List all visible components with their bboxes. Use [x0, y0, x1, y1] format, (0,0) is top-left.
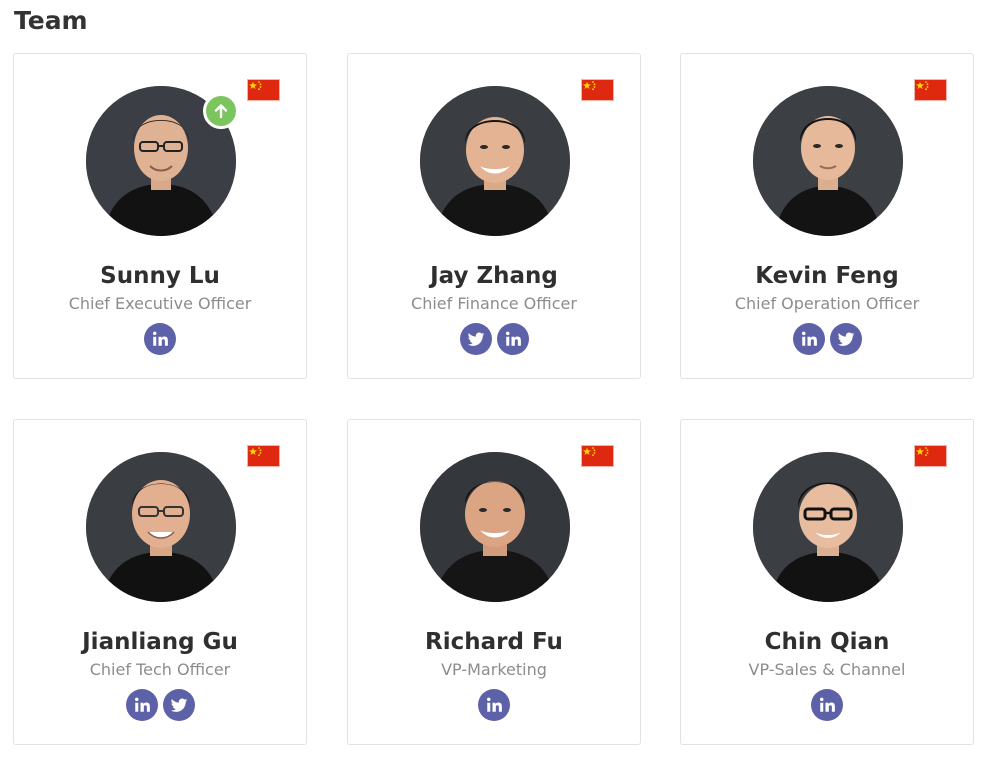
- social-links: [14, 689, 306, 721]
- china-flag-icon: [581, 79, 614, 101]
- twitter-button[interactable]: [459, 323, 492, 355]
- twitter-icon: [837, 332, 854, 346]
- member-role: Chief Executive Officer: [68, 294, 252, 313]
- linkedin-button[interactable]: [478, 689, 510, 721]
- linkedin-button[interactable]: [125, 689, 158, 721]
- twitter-icon: [467, 332, 484, 346]
- social-links: [14, 323, 306, 355]
- linkedin-button[interactable]: [144, 323, 176, 355]
- member-role: Chief Operation Officer: [734, 294, 920, 313]
- linkedin-icon: [820, 697, 835, 712]
- team-card-chin-qian: Chin Qian VP-Sales & Channel: [680, 419, 974, 745]
- linkedin-button[interactable]: [811, 689, 843, 721]
- arrow-up-icon[interactable]: [203, 93, 239, 129]
- member-role: Chief Tech Officer: [89, 660, 231, 679]
- member-name: Jianliang Gu: [82, 629, 238, 655]
- member-name: Sunny Lu: [100, 263, 220, 289]
- team-card-jianliang-gu: Jianliang Gu Chief Tech Officer: [13, 419, 307, 745]
- linkedin-icon: [801, 331, 817, 346]
- team-card-kevin-feng: Kevin Feng Chief Operation Officer: [680, 53, 974, 379]
- china-flag-icon: [914, 445, 947, 467]
- china-flag-icon: [247, 79, 280, 101]
- social-links: [681, 323, 973, 355]
- linkedin-icon: [153, 331, 168, 346]
- avatar: [86, 452, 236, 602]
- linkedin-icon: [487, 697, 502, 712]
- member-role: Chief Finance Officer: [411, 294, 577, 313]
- member-name: Richard Fu: [425, 629, 563, 655]
- member-role: VP-Sales & Channel: [748, 660, 906, 679]
- linkedin-button[interactable]: [792, 323, 825, 355]
- china-flag-icon: [914, 79, 947, 101]
- linkedin-icon: [505, 331, 521, 346]
- member-role: VP-Marketing: [441, 660, 547, 679]
- twitter-button[interactable]: [829, 323, 862, 355]
- member-name: Chin Qian: [764, 629, 890, 655]
- linkedin-button[interactable]: [496, 323, 529, 355]
- china-flag-icon: [581, 445, 614, 467]
- social-links: [348, 689, 640, 721]
- avatar: [420, 452, 570, 602]
- team-card-jay-zhang: Jay Zhang Chief Finance Officer: [347, 53, 641, 379]
- twitter-icon: [170, 698, 187, 712]
- team-card-richard-fu: Richard Fu VP-Marketing: [347, 419, 641, 745]
- avatar: [753, 452, 903, 602]
- avatar: [420, 86, 570, 236]
- social-links: [681, 689, 973, 721]
- twitter-button[interactable]: [162, 689, 195, 721]
- team-card-sunny-lu: Sunny Lu Chief Executive Officer: [13, 53, 307, 379]
- china-flag-icon: [247, 445, 280, 467]
- member-name: Kevin Feng: [755, 263, 899, 289]
- member-name: Jay Zhang: [430, 263, 558, 289]
- linkedin-icon: [134, 697, 150, 712]
- avatar: [753, 86, 903, 236]
- social-links: [348, 323, 640, 355]
- section-title: Team: [14, 6, 88, 35]
